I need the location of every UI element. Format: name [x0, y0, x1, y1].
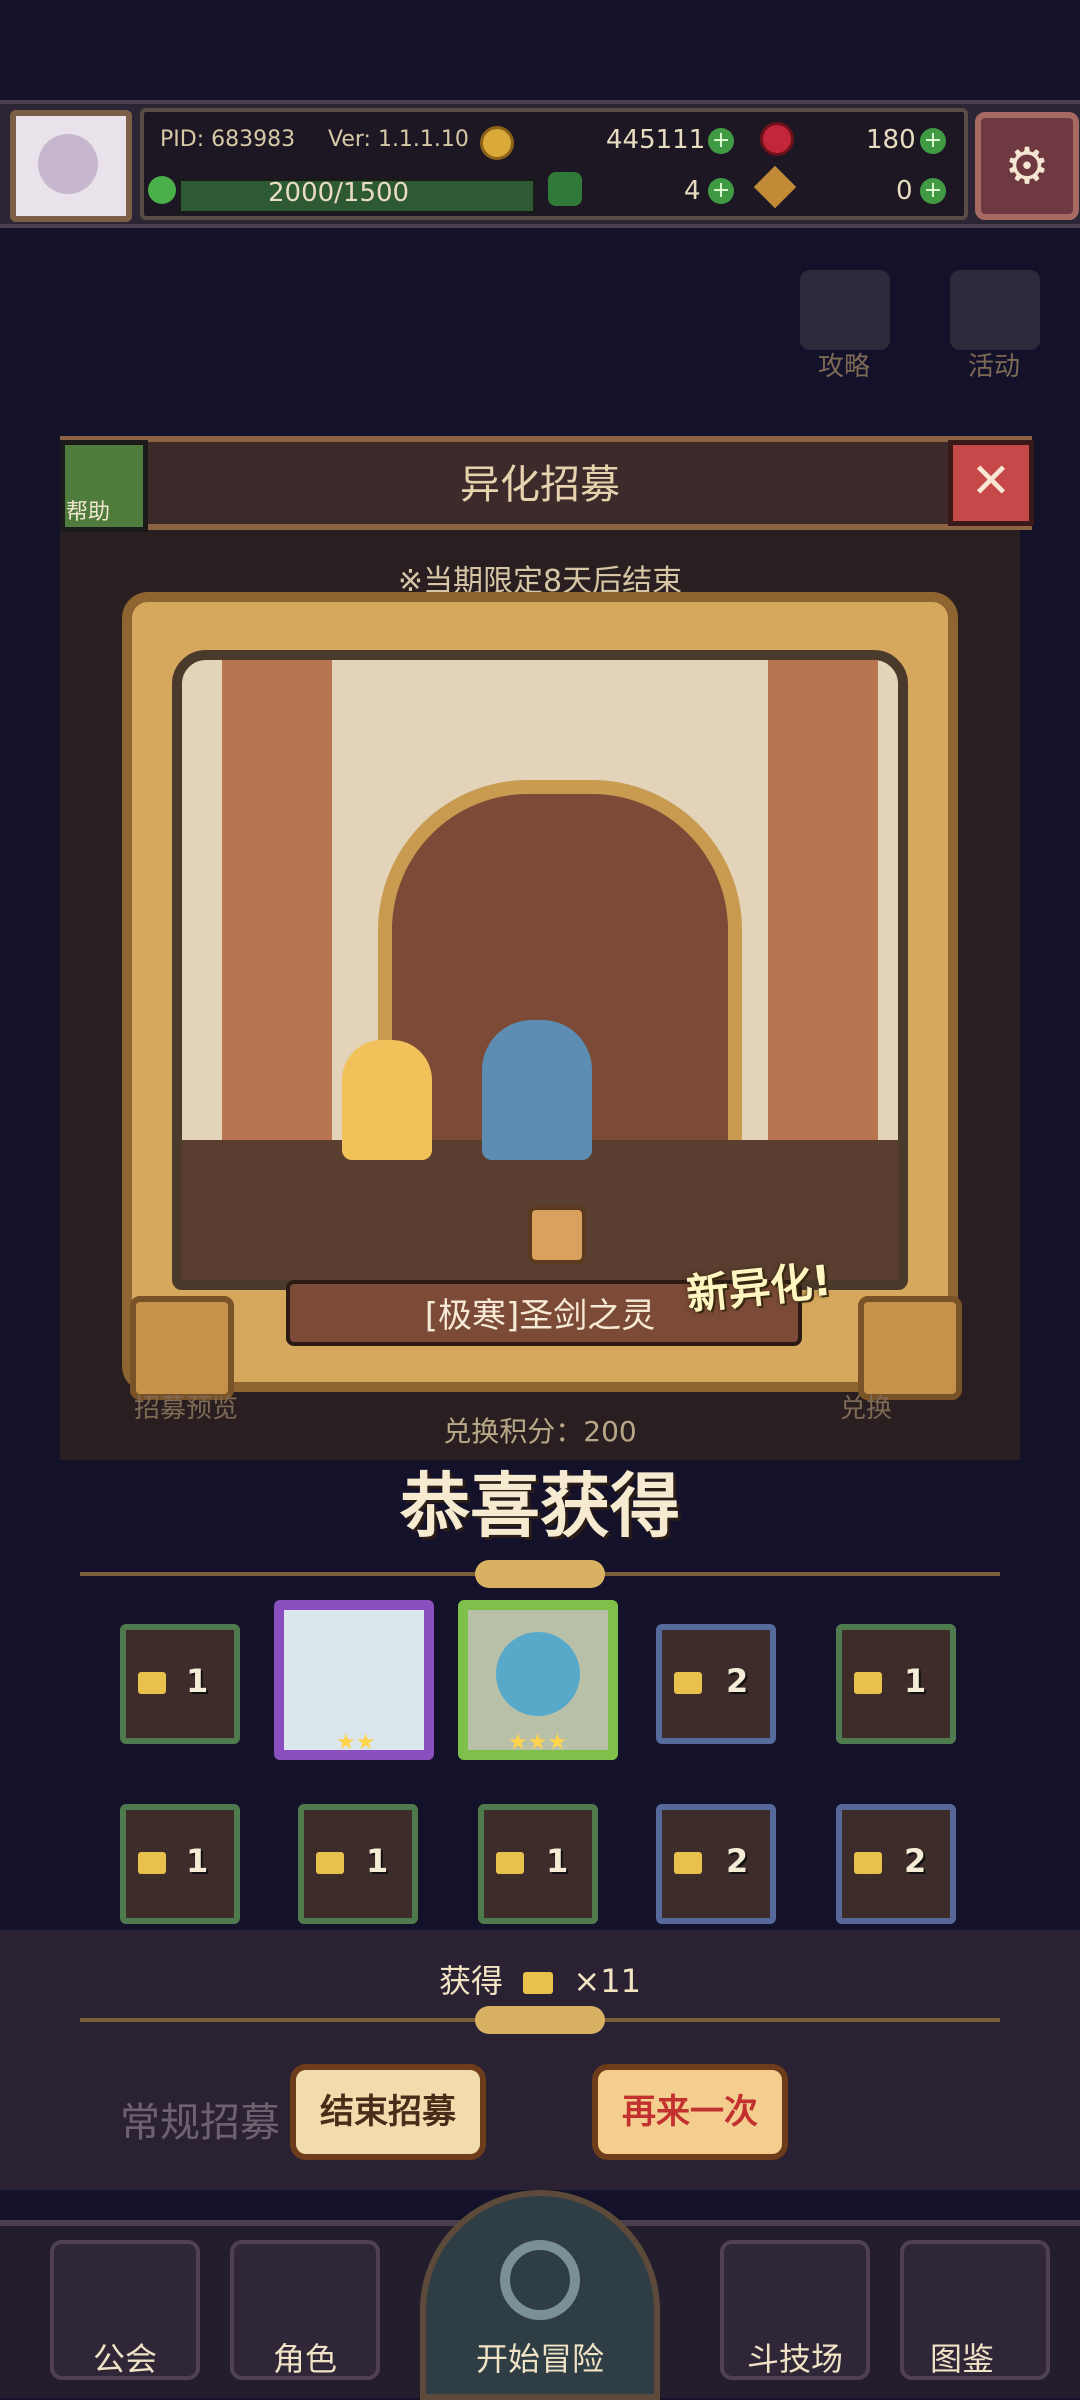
- reward-count: 1: [186, 1842, 209, 1880]
- gold-coin-icon: [480, 126, 514, 160]
- folder-icon: [316, 1852, 344, 1874]
- normal-recruit-label[interactable]: 常规招募: [120, 2090, 280, 2148]
- rarity-stars: ★★: [336, 1730, 376, 1755]
- reward-count: 2: [904, 1842, 927, 1880]
- obtain-summary: 获得 ×11: [0, 1956, 1080, 2002]
- folder-icon: [138, 1852, 166, 1874]
- guide-label: 攻略: [818, 352, 871, 382]
- stamina-icon: [148, 176, 176, 204]
- dialog-title: 异化招募: [460, 462, 620, 508]
- reward-count: 2: [726, 1662, 749, 1700]
- folder-icon: [674, 1672, 702, 1694]
- folder-icon: [854, 1672, 882, 1694]
- character-sprite: [482, 1020, 592, 1160]
- add-clover-button[interactable]: +: [708, 178, 734, 204]
- stamina-value: 2000/1500: [268, 178, 410, 208]
- event-label: 活动: [968, 352, 1021, 382]
- gold-amount: 445111: [606, 125, 706, 155]
- reward-count: 1: [186, 1662, 209, 1700]
- folder-icon: [854, 1852, 882, 1874]
- character-portrait: [496, 1632, 580, 1716]
- character-scene: [172, 650, 908, 1290]
- clover-icon: [548, 172, 582, 206]
- congrats-title: 恭喜获得: [400, 1465, 680, 1547]
- reward-count: 1: [546, 1842, 569, 1880]
- nav-codex-label: 图鉴: [929, 2340, 994, 2378]
- reward-count: 1: [904, 1662, 927, 1700]
- nav-characters-label: 角色: [272, 2340, 337, 2378]
- folder-icon: [674, 1852, 702, 1874]
- exchange-points: 兑换积分：200: [443, 1415, 637, 1448]
- nav-guild-label: 公会: [92, 2340, 157, 2378]
- key-amount: 0: [896, 176, 913, 206]
- close-icon[interactable]: ✕: [948, 440, 1034, 526]
- obtain-count: ×11: [573, 1962, 641, 2000]
- player-avatar[interactable]: [10, 110, 132, 222]
- gem-amount: 180: [866, 125, 916, 155]
- companion-sprite: [342, 1040, 432, 1160]
- recruit-again-button[interactable]: 再来一次: [592, 2064, 788, 2160]
- add-key-button[interactable]: +: [920, 178, 946, 204]
- event-icon[interactable]: [950, 270, 1040, 350]
- nav-start-adventure-label: 开始冒险: [475, 2340, 604, 2378]
- divider-ornament: [475, 2006, 605, 2034]
- guide-icon[interactable]: [800, 270, 890, 350]
- help-label: 帮助: [66, 500, 111, 525]
- add-gem-button[interactable]: +: [920, 128, 946, 154]
- obtain-label: 获得: [439, 1962, 504, 2000]
- folder-icon: [138, 1672, 166, 1694]
- preview-crown-icon[interactable]: [130, 1296, 234, 1400]
- magnifier-icon: [500, 2240, 580, 2320]
- reward-count: 2: [726, 1842, 749, 1880]
- nav-arena-label: 斗技场: [746, 2340, 843, 2378]
- emblem-icon: [528, 1206, 586, 1264]
- folder-icon: [496, 1852, 524, 1874]
- divider-ornament: [475, 1560, 605, 1588]
- player-id: PID: 683983: [160, 127, 296, 152]
- folder-icon: [523, 1972, 554, 1994]
- game-version: Ver: 1.1.1.10: [328, 127, 469, 152]
- exchange-sword-icon[interactable]: [858, 1296, 962, 1400]
- end-recruit-button[interactable]: 结束招募: [290, 2064, 486, 2160]
- gem-icon: [760, 122, 794, 156]
- settings-gear-icon[interactable]: ⚙: [975, 112, 1079, 220]
- add-gold-button[interactable]: +: [708, 128, 734, 154]
- clover-amount: 4: [684, 176, 701, 206]
- rarity-stars: ★★★: [508, 1730, 568, 1755]
- reward-count: 1: [366, 1842, 389, 1880]
